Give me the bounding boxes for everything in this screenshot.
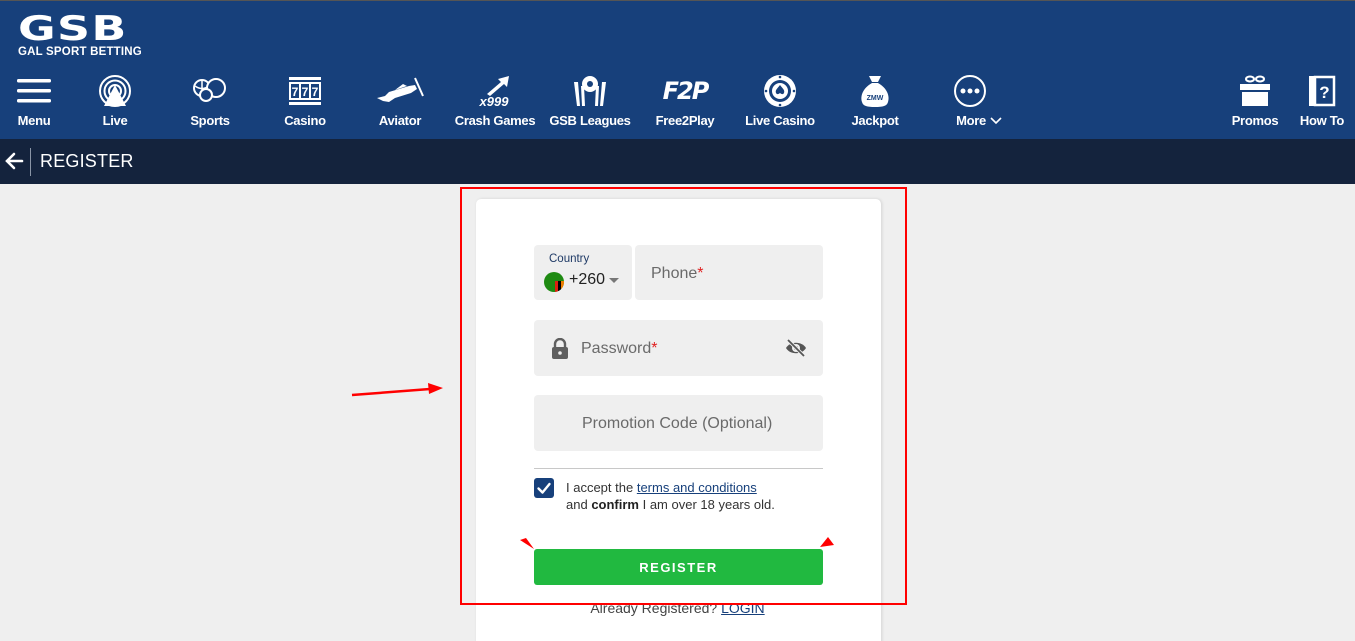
- crash-icon-text: x999: [479, 94, 510, 108]
- terms-text: I accept the terms and conditions and co…: [566, 479, 775, 513]
- terms-line2-suffix: I am over 18 years old.: [638, 497, 775, 512]
- slot-777-icon: 777: [260, 73, 350, 109]
- leagues-ball-icon: [545, 73, 635, 109]
- nav-item-gsb-leagues[interactable]: GSB Leagues: [545, 73, 635, 133]
- help-book-icon: ?: [1277, 73, 1355, 109]
- phone-input[interactable]: Phone*: [635, 245, 823, 300]
- svg-text:?: ?: [1319, 83, 1329, 102]
- casino-chip-icon: [735, 73, 825, 109]
- already-registered-text: Already Registered? LOGIN: [0, 600, 1355, 616]
- annotation-arrow: [351, 383, 443, 397]
- live-broadcast-icon: [70, 73, 160, 109]
- header-divider: [30, 148, 31, 176]
- nav-item-live-casino[interactable]: Live Casino: [735, 73, 825, 133]
- eye-off-icon[interactable]: [785, 338, 807, 358]
- country-code-select[interactable]: Country +260: [534, 245, 632, 300]
- nav-label: Live: [102, 113, 128, 128]
- page-title: REGISTER: [40, 151, 134, 171]
- zambia-flag-icon: [544, 272, 564, 292]
- arrow-left-icon: [5, 152, 24, 170]
- nav-label-more: More: [956, 113, 1002, 128]
- logo-main-text: GSB: [18, 9, 128, 49]
- nav-label: Sports: [190, 113, 230, 128]
- nav-label: Jackpot: [851, 113, 899, 128]
- svg-text:7: 7: [312, 85, 319, 99]
- nav-label: Menu: [17, 113, 51, 128]
- login-link[interactable]: LOGIN: [721, 600, 765, 616]
- crash-arrow-icon: x999: [450, 73, 540, 109]
- nav-item-aviator[interactable]: Aviator: [355, 73, 445, 133]
- nav-label: Casino: [284, 113, 326, 128]
- nav-item-menu[interactable]: Menu: [0, 73, 79, 133]
- checkmark-icon: [537, 482, 551, 494]
- nav-item-jackpot[interactable]: ZMW Jackpot: [830, 73, 920, 133]
- required-mark: *: [651, 340, 658, 357]
- nav-label: Promos: [1231, 113, 1279, 128]
- caret-down-icon: [609, 278, 619, 283]
- gsb-logo[interactable]: GSB GAL SPORT BETTING: [18, 12, 150, 59]
- svg-text:7: 7: [302, 85, 309, 99]
- hamburger-icon: [0, 73, 79, 109]
- jackpot-icon-text: ZMW: [867, 95, 884, 102]
- promo-placeholder: Promotion Code (Optional): [582, 415, 773, 432]
- terms-line2-prefix: and: [566, 497, 592, 512]
- nav-item-how-to[interactable]: ? How To: [1277, 73, 1355, 133]
- nav-label: GSB Leagues: [549, 113, 631, 128]
- sports-balls-icon: [165, 73, 255, 109]
- nav-item-more[interactable]: More: [925, 73, 1015, 133]
- nav-label: Free2Play: [655, 113, 715, 128]
- terms-link[interactable]: terms and conditions: [637, 480, 757, 495]
- register-button[interactable]: REGISTER: [534, 549, 823, 585]
- page-header-bar: REGISTER: [0, 139, 1355, 184]
- nav-label: More: [956, 113, 986, 128]
- nav-label: Aviator: [378, 113, 422, 128]
- form-divider: [534, 468, 823, 469]
- country-code-value: +260: [569, 271, 606, 288]
- terms-checkbox[interactable]: [534, 478, 554, 498]
- svg-text:7: 7: [292, 85, 299, 99]
- already-registered-label: Already Registered?: [590, 600, 722, 616]
- required-mark: *: [697, 265, 704, 282]
- nav-label: Live Casino: [745, 113, 815, 128]
- password-placeholder: Password*: [581, 340, 658, 357]
- nav-item-crash-games[interactable]: x999 Crash Games: [450, 73, 540, 133]
- nav-item-sports[interactable]: Sports: [165, 73, 255, 133]
- country-label: Country: [549, 253, 590, 265]
- phone-placeholder: Phone*: [651, 265, 704, 282]
- nav-item-free2play[interactable]: F2P Free2Play: [640, 73, 730, 133]
- more-dots-icon: [925, 73, 1015, 109]
- f2p-icon-text: F2P: [662, 77, 710, 105]
- money-bag-icon: ZMW: [830, 73, 920, 109]
- password-input[interactable]: Password*: [534, 320, 823, 376]
- nav-label: How To: [1299, 113, 1345, 128]
- nav-item-live[interactable]: Live: [70, 73, 160, 133]
- top-navigation-bar: GSB GAL SPORT BETTING Menu Live Sports 7…: [0, 0, 1355, 139]
- nav-item-casino[interactable]: 777 Casino: [260, 73, 350, 133]
- f2p-icon: F2P: [640, 73, 730, 109]
- promo-code-input[interactable]: Promotion Code (Optional): [534, 395, 823, 451]
- annotation-marker-left: [520, 538, 534, 549]
- back-button[interactable]: [4, 150, 24, 172]
- annotation-marker-right: [820, 537, 834, 547]
- terms-prefix: I accept the: [566, 480, 637, 495]
- chevron-down-icon: [990, 116, 1002, 124]
- nav-label: Crash Games: [454, 113, 536, 128]
- terms-bold: confirm: [591, 497, 639, 512]
- airplane-icon: [355, 73, 445, 109]
- lock-icon: [552, 338, 568, 359]
